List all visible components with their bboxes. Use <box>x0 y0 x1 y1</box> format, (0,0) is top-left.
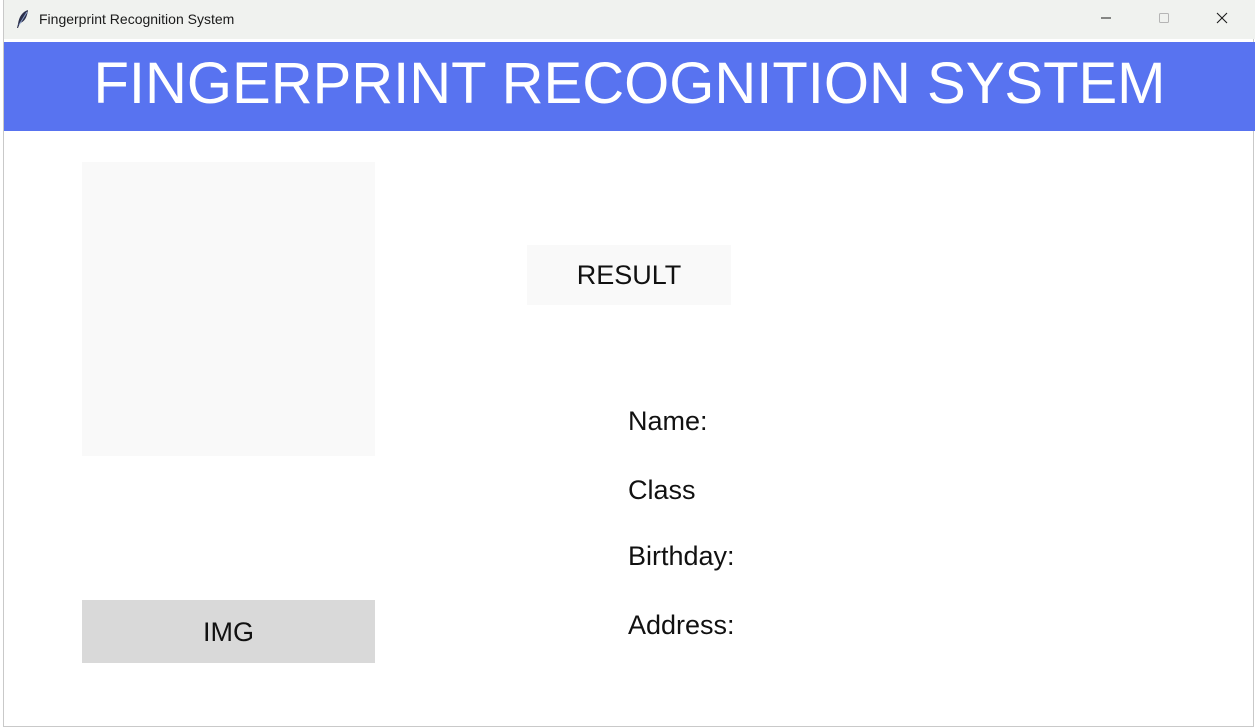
result-button[interactable]: RESULT <box>527 245 731 305</box>
class-label: Class <box>628 475 696 505</box>
maximize-button[interactable] <box>1135 0 1193 39</box>
maximize-icon <box>1158 11 1170 29</box>
minimize-button[interactable] <box>1077 0 1135 39</box>
page-title: FINGERPRINT RECOGNITION SYSTEM <box>93 51 1166 116</box>
app-window: Fingerprint Recognition System FINGERPRI… <box>3 0 1255 727</box>
birthday-label: Birthday: <box>628 541 735 571</box>
window-title: Fingerprint Recognition System <box>39 11 235 27</box>
name-label: Name: <box>628 406 708 436</box>
img-button[interactable]: IMG <box>82 600 375 663</box>
close-icon <box>1216 11 1228 29</box>
fingerprint-image-preview <box>82 162 375 456</box>
title-bar[interactable]: Fingerprint Recognition System <box>4 0 1255 39</box>
feather-icon <box>16 9 30 29</box>
header-banner: FINGERPRINT RECOGNITION SYSTEM <box>4 42 1255 131</box>
address-label: Address: <box>628 610 735 640</box>
minimize-icon <box>1100 11 1112 29</box>
close-button[interactable] <box>1193 0 1251 39</box>
